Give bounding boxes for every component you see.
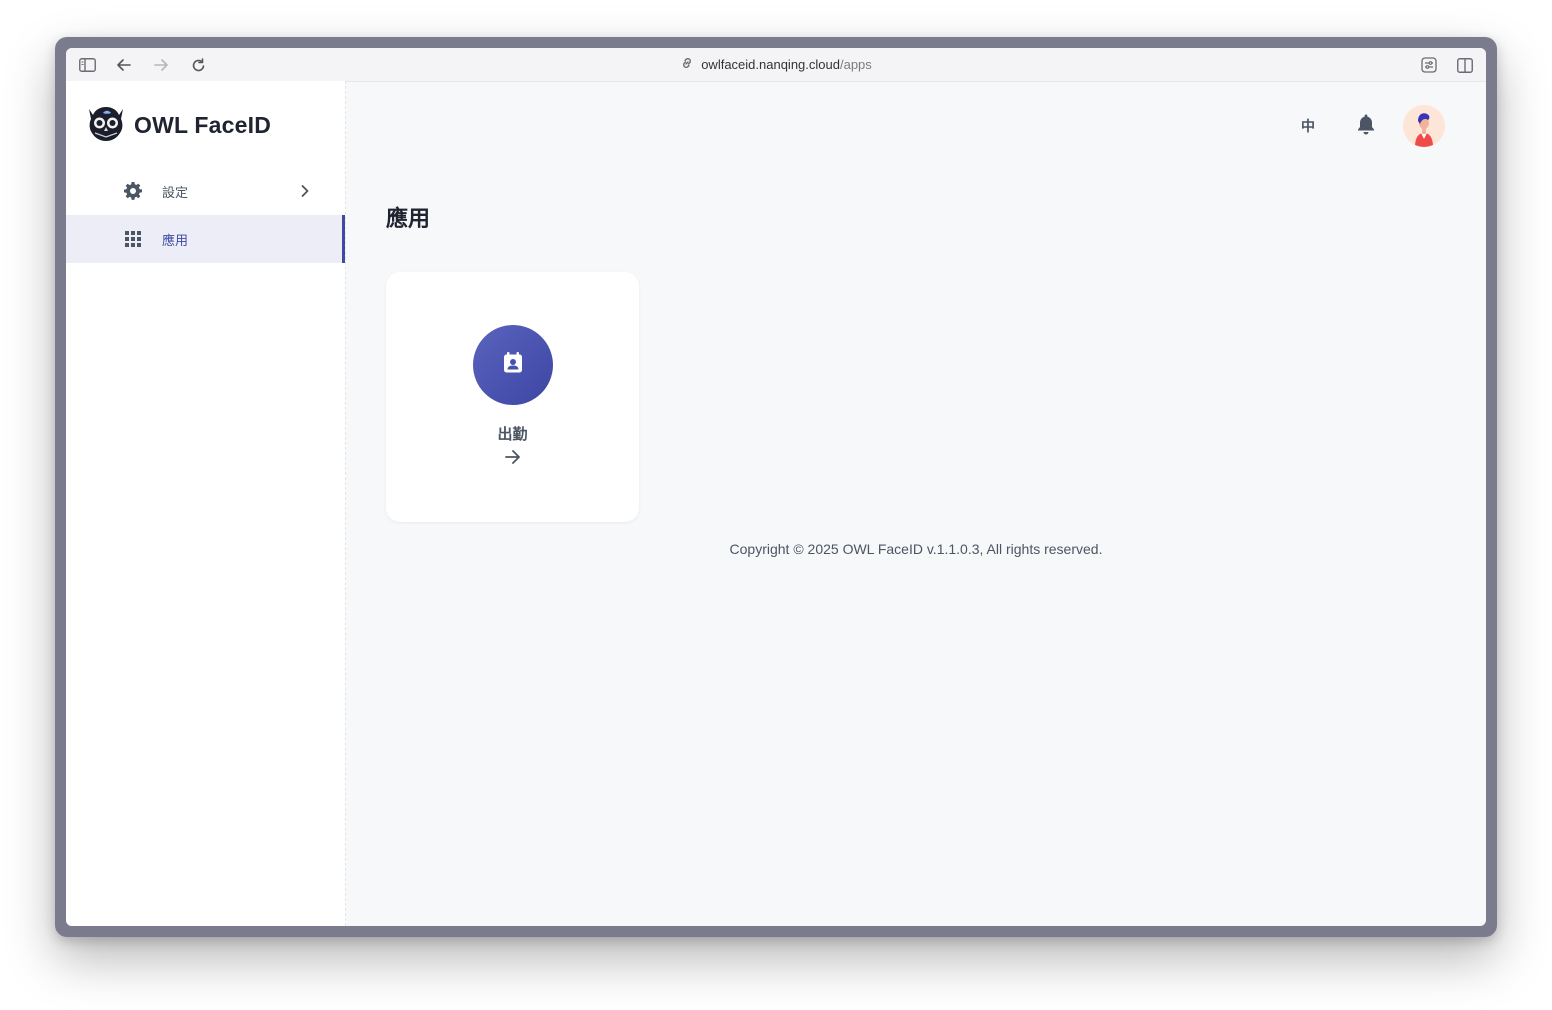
gear-icon bbox=[123, 181, 143, 201]
language-switch-button[interactable]: 中 bbox=[1292, 112, 1324, 140]
user-avatar[interactable] bbox=[1403, 105, 1445, 147]
extension-icon[interactable] bbox=[1418, 54, 1440, 76]
grid-icon bbox=[123, 229, 143, 249]
browser-window: owlfaceid.nanqing.cloud/apps OWL FaceID … bbox=[66, 48, 1486, 926]
url-path: /apps bbox=[839, 57, 872, 72]
brand[interactable]: OWL FaceID bbox=[86, 105, 271, 145]
sidebar-toggle-icon[interactable] bbox=[76, 54, 98, 76]
page-title: 應用 bbox=[386, 206, 431, 231]
app-label: 出勤 bbox=[497, 426, 528, 443]
sidebar-item-label: 應用 bbox=[162, 233, 189, 248]
calendar-user-icon bbox=[502, 351, 524, 380]
chevron-right-icon bbox=[296, 181, 314, 201]
arrow-right-icon[interactable] bbox=[503, 447, 523, 467]
bell-icon bbox=[1356, 113, 1376, 140]
browser-toolbar: owlfaceid.nanqing.cloud/apps bbox=[66, 48, 1486, 82]
app-icon-circle bbox=[473, 325, 553, 405]
brand-title: OWL FaceID bbox=[134, 111, 272, 138]
url-host: owlfaceid.nanqing.cloud bbox=[701, 57, 840, 72]
sidebar-item-settings[interactable]: 設定 bbox=[66, 167, 345, 215]
sidebar-item-label: 設定 bbox=[162, 185, 189, 200]
link-icon bbox=[680, 56, 694, 73]
address-bar: owlfaceid.nanqing.cloud/apps bbox=[66, 48, 1486, 81]
sidebar-item-apps[interactable]: 應用 bbox=[66, 215, 345, 263]
owl-logo-icon bbox=[86, 103, 126, 148]
forward-arrow-icon[interactable] bbox=[150, 54, 172, 76]
sidebar: OWL FaceID 設定 應用 bbox=[66, 81, 346, 926]
app-card-attendance[interactable]: 出勤 bbox=[386, 272, 639, 522]
footer-copyright: Copyright © 2025 OWL FaceID v.1.1.0.3, A… bbox=[729, 541, 1103, 557]
notification-button[interactable] bbox=[1352, 112, 1380, 140]
back-arrow-icon[interactable] bbox=[113, 54, 135, 76]
address-field[interactable]: owlfaceid.nanqing.cloud/apps bbox=[680, 56, 872, 73]
split-view-icon[interactable] bbox=[1454, 54, 1476, 76]
reload-icon[interactable] bbox=[187, 54, 209, 76]
